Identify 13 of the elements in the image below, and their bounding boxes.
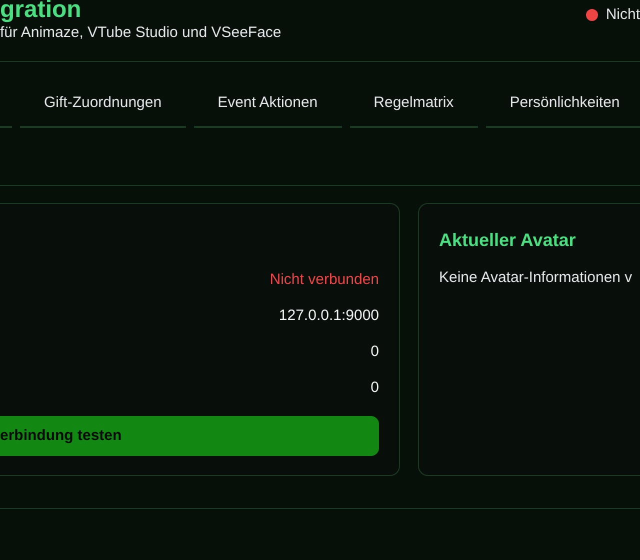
- status-value: Nicht verbunden: [270, 270, 379, 290]
- avatar-info-text: Keine Avatar-Informationen v: [439, 268, 634, 288]
- tab[interactable]: Gift-Zuordnungen: [20, 81, 186, 128]
- status-value: 0: [370, 342, 379, 362]
- app-subtitle: für Animaze, VTube Studio und VSeeFace: [0, 23, 282, 43]
- tab[interactable]: Event Aktionen: [194, 81, 342, 128]
- status-value: 127.0.0.1:9000: [278, 306, 379, 326]
- tab[interactable]: Regelmatrix: [350, 81, 478, 128]
- tab[interactable]: Persönlichkeiten: [486, 81, 640, 128]
- card-title: Aktueller Avatar: [439, 229, 577, 252]
- test-connection-button[interactable]: erbindung testen: [0, 416, 379, 456]
- status-value: 0: [370, 378, 379, 398]
- status-label: Nicht: [606, 5, 640, 25]
